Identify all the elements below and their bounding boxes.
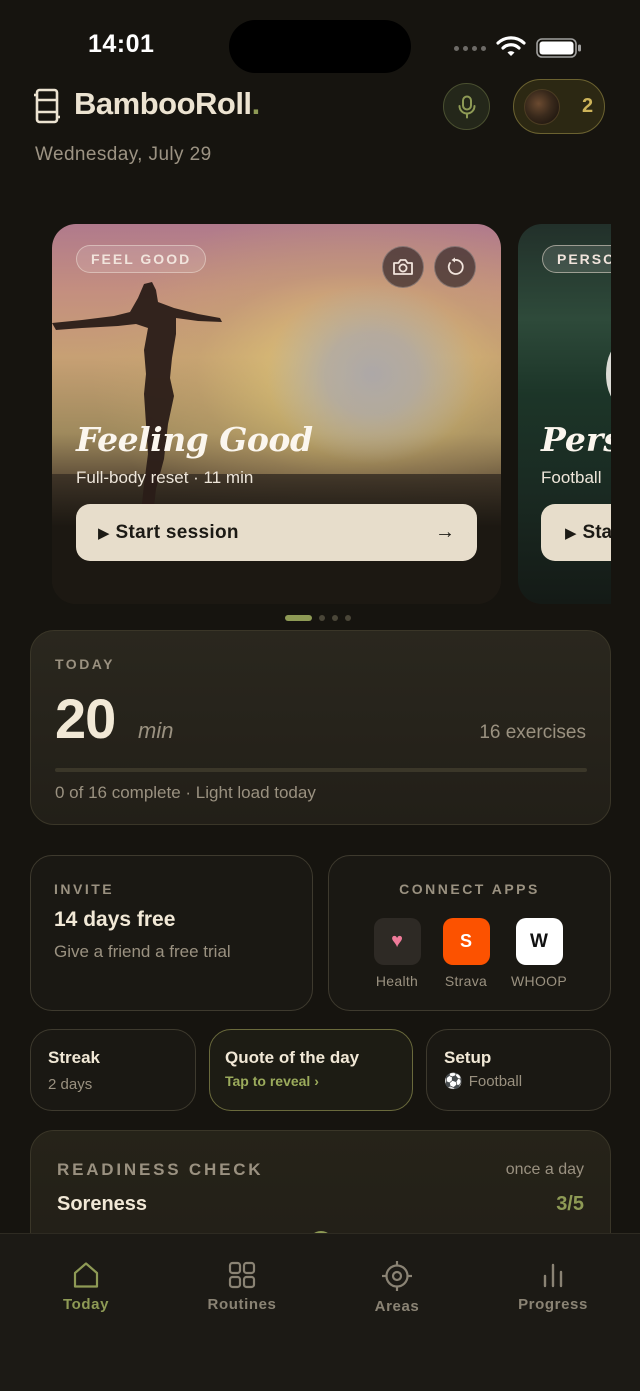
microphone-icon — [458, 95, 475, 118]
play-icon: ▶ — [565, 524, 577, 542]
hero-title: Feeling Good — [76, 420, 313, 459]
start-session-button[interactable]: ▶ Sta — [541, 504, 611, 561]
hero-card-feel-good[interactable]: FEEL GOOD Feeling Good Full-body reset ·… — [52, 224, 501, 604]
grid-icon — [228, 1261, 256, 1289]
pager-dot[interactable] — [319, 615, 325, 621]
play-icon: ▶ — [98, 524, 110, 542]
tab-label: Progress — [518, 1296, 588, 1313]
today-exercise-count: 16 exercises — [479, 722, 586, 743]
start-session-button[interactable]: ▶ Start session → — [76, 504, 477, 561]
tab-today[interactable]: Today — [26, 1260, 146, 1313]
setup-card[interactable]: Setup ⚽ Football — [426, 1029, 611, 1111]
app-name: Strava — [444, 973, 488, 989]
pager-dot[interactable] — [345, 615, 351, 621]
hero-image-ball — [606, 344, 611, 404]
current-date: Wednesday, July 29 — [35, 144, 212, 165]
whoop-icon: W — [515, 918, 563, 965]
setup-title: Setup — [444, 1048, 492, 1067]
quote-card[interactable]: Quote of the day Tap to reveal › — [209, 1029, 413, 1111]
invite-title: 14 days free — [54, 908, 176, 931]
quote-reveal-link[interactable]: Tap to reveal › — [225, 1073, 319, 1089]
tab-areas[interactable]: Areas — [337, 1260, 457, 1315]
invite-label: INVITE — [54, 881, 115, 897]
tab-label: Routines — [207, 1296, 277, 1313]
readiness-label: READINESS CHECK — [57, 1160, 264, 1179]
app-strava[interactable]: S Strava — [426, 918, 506, 989]
football-icon: ⚽ — [444, 1073, 463, 1090]
app-name: Health — [375, 973, 419, 989]
carousel-pager[interactable] — [285, 615, 351, 621]
avatar — [524, 88, 560, 125]
readiness-frequency: once a day — [505, 1161, 584, 1178]
tab-routines[interactable]: Routines — [182, 1260, 302, 1313]
connect-apps-label: CONNECT APPS — [399, 881, 540, 897]
hero-badge: FEEL GOOD — [76, 245, 207, 273]
target-icon — [382, 1261, 412, 1291]
tab-bar: Today Routines Areas Progress — [0, 1233, 640, 1391]
hero-badge: PERSO — [542, 245, 611, 273]
soreness-value: 3/5 — [556, 1193, 584, 1215]
pager-dot[interactable] — [285, 615, 312, 621]
app-whoop[interactable]: W WHOOP — [499, 918, 579, 989]
app-name: WHOOP — [511, 973, 567, 989]
app-name: BambooRoll — [74, 86, 252, 121]
pager-dot[interactable] — [332, 615, 338, 621]
mic-button[interactable] — [443, 83, 490, 130]
tab-label: Today — [62, 1296, 110, 1313]
invite-card[interactable]: INVITE 14 days free Give a friend a free… — [30, 855, 313, 1011]
refresh-icon — [447, 257, 464, 275]
start-session-label: Start session — [115, 521, 239, 543]
profile-chip[interactable]: 2 — [513, 79, 605, 134]
start-session-label: Sta — [582, 521, 611, 543]
wifi-icon — [496, 36, 526, 56]
setup-sport-label: Football — [468, 1072, 523, 1090]
hero-title: Pers — [541, 420, 611, 459]
app-name-dot: . — [251, 86, 261, 121]
app-title: BambooRoll. — [74, 86, 260, 122]
today-unit: min — [138, 718, 174, 743]
today-status: 0 of 16 complete · Light load today — [55, 783, 316, 802]
today-minutes: 20 — [55, 687, 116, 750]
home-icon — [73, 1262, 99, 1288]
invite-description: Give a friend a free trial — [54, 942, 231, 961]
hero-card-personal[interactable]: PERSO Pers Football ▶ Sta — [518, 224, 611, 604]
signal-icon — [454, 46, 486, 51]
soreness-label: Soreness — [57, 1193, 148, 1215]
hero-subtitle: Football — [541, 468, 602, 487]
arrow-right-icon: → — [435, 521, 455, 543]
strava-icon: S — [442, 918, 490, 965]
profile-notification-count: 2 — [582, 95, 594, 117]
streak-card[interactable]: Streak 2 days — [30, 1029, 196, 1111]
connect-apps-card: CONNECT APPS ♥ Health S Strava W WHOOP — [328, 855, 611, 1011]
battery-icon — [536, 38, 581, 58]
today-progress-bar — [55, 768, 587, 772]
refresh-button[interactable] — [434, 246, 476, 288]
streak-value: 2 days — [48, 1076, 93, 1093]
today-summary-card[interactable]: TODAY 20 min 16 exercises 0 of 16 comple… — [30, 630, 611, 825]
camera-icon — [393, 259, 413, 275]
setup-sport: ⚽ Football — [444, 1072, 523, 1091]
tab-label: Areas — [374, 1298, 420, 1315]
today-label: TODAY — [55, 656, 115, 672]
logo-icon — [34, 88, 60, 124]
dynamic-island — [229, 20, 411, 73]
status-time: 14:01 — [88, 30, 155, 58]
bar-chart-icon — [543, 1263, 563, 1288]
hero-subtitle: Full-body reset · 11 min — [76, 468, 254, 487]
tab-progress[interactable]: Progress — [493, 1260, 613, 1313]
quote-title: Quote of the day — [225, 1048, 360, 1067]
app-health[interactable]: ♥ Health — [357, 918, 437, 989]
streak-title: Streak — [48, 1048, 100, 1067]
camera-button[interactable] — [382, 246, 424, 288]
health-icon: ♥ — [373, 918, 421, 965]
